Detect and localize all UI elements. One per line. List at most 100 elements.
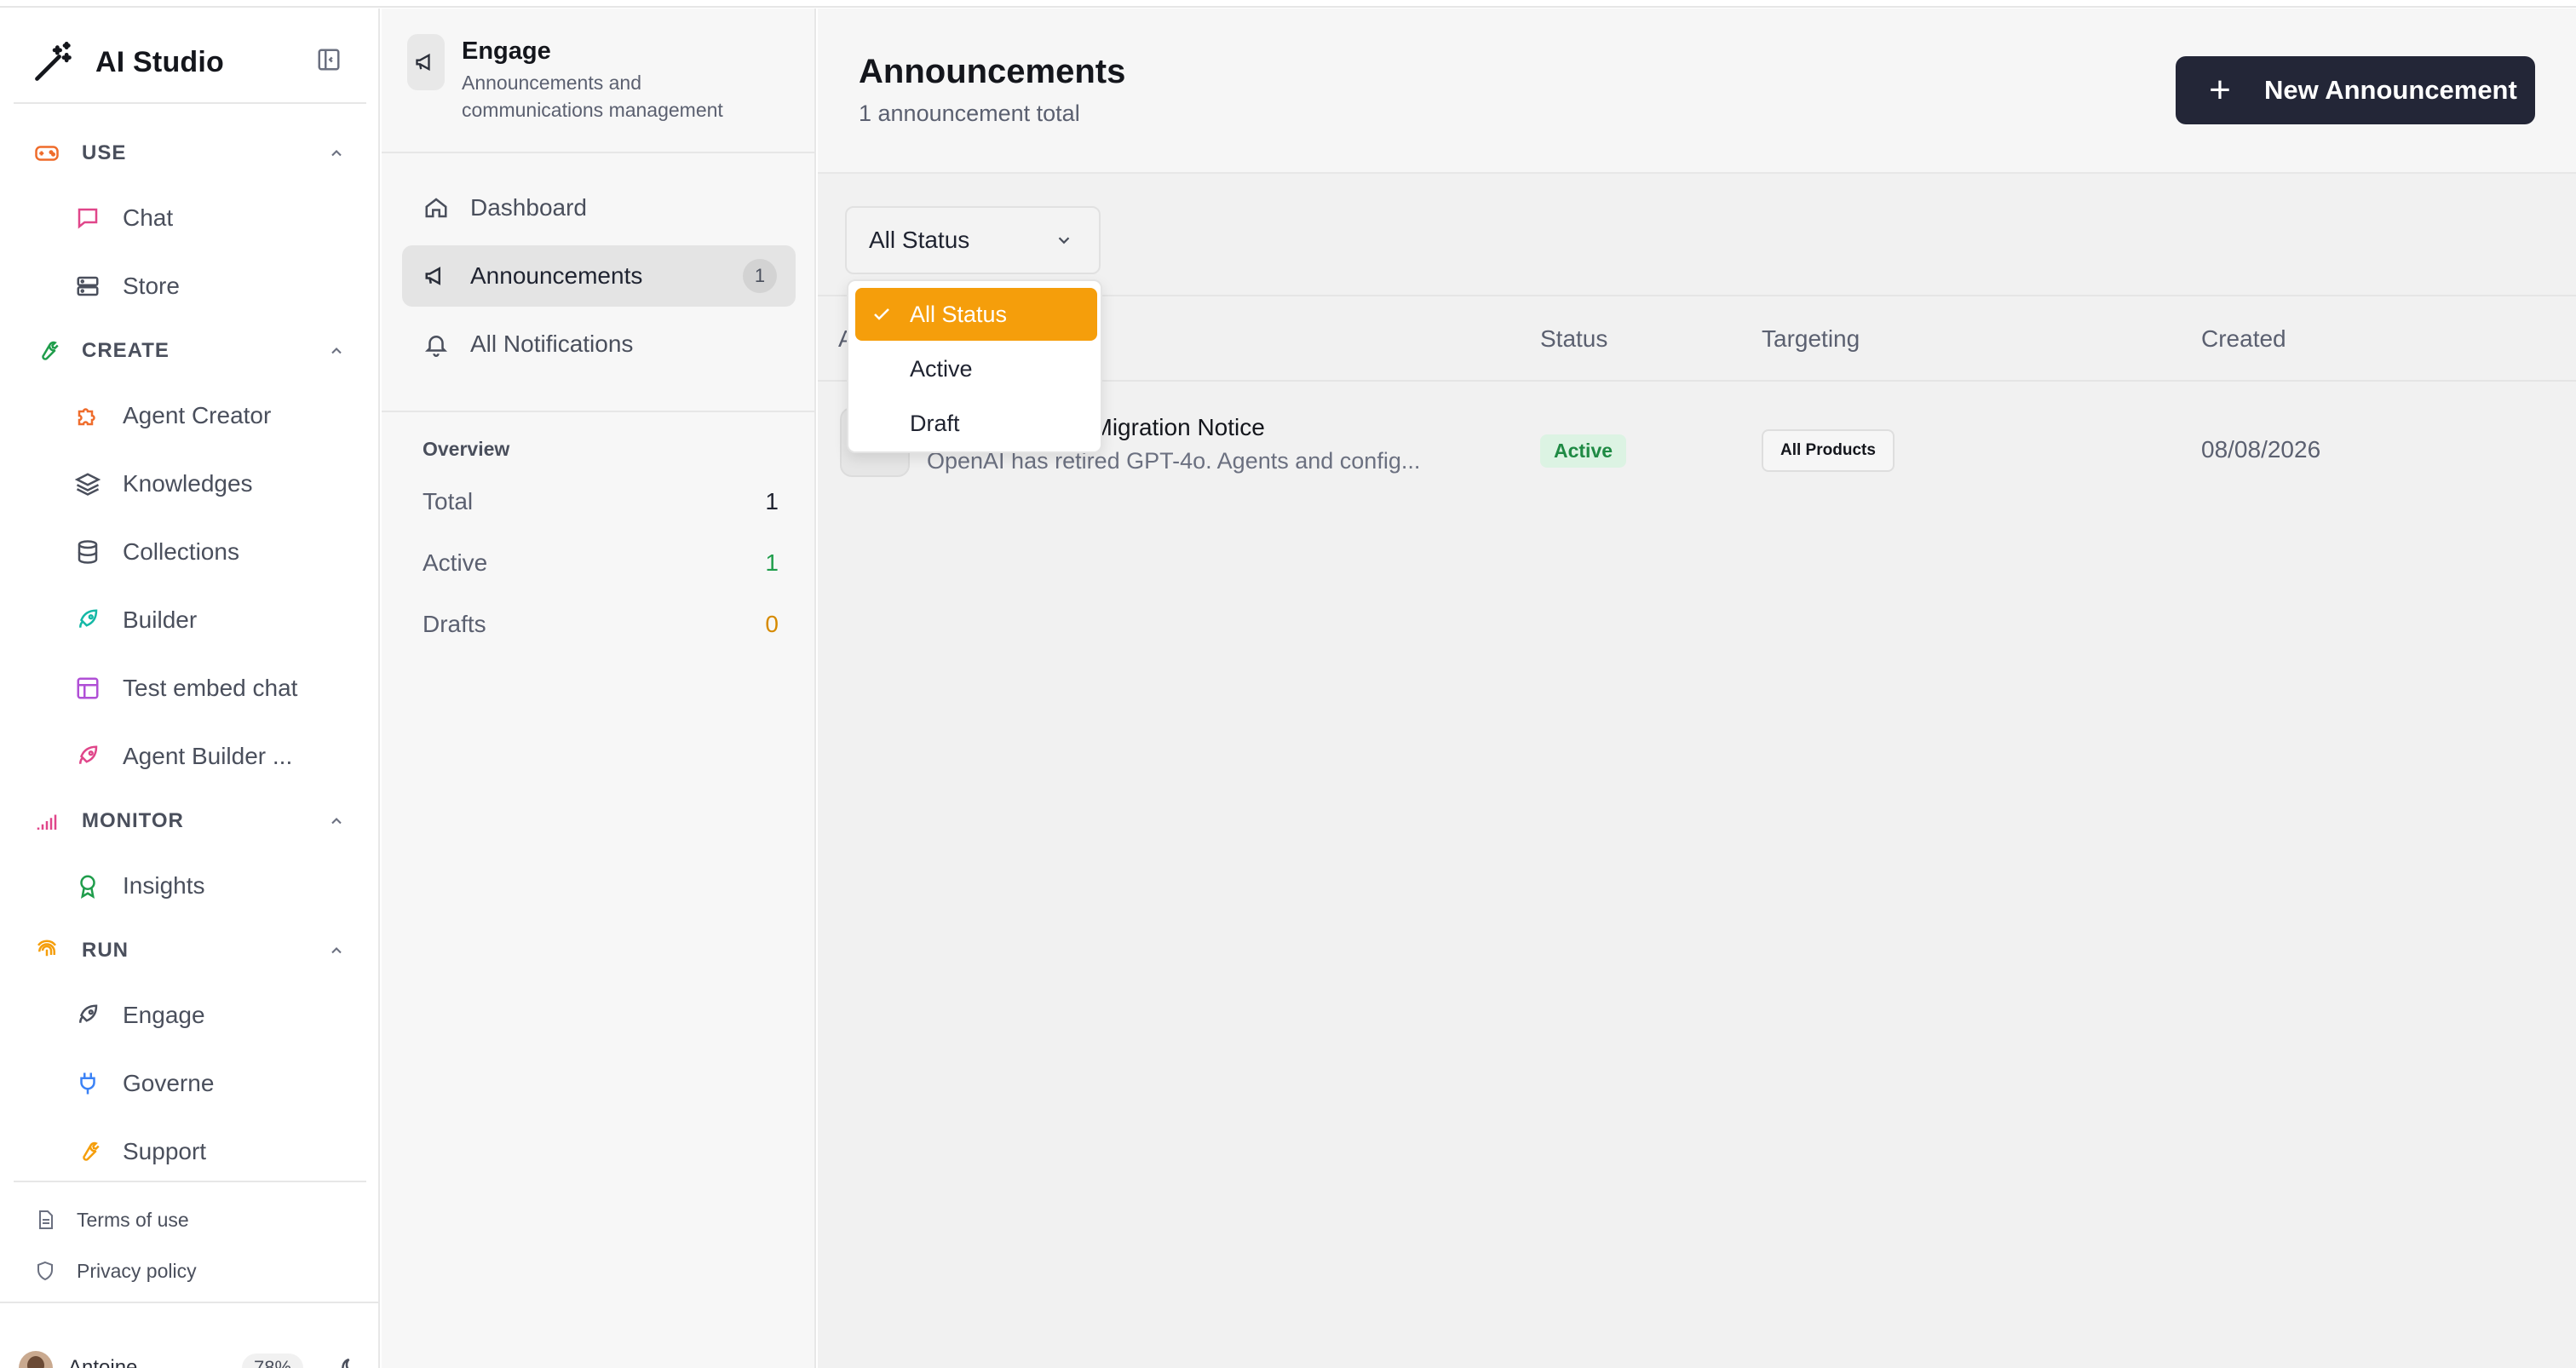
nav-label: Announcements xyxy=(470,262,643,289)
nav-all-notifications[interactable]: All Notifications xyxy=(402,313,796,375)
puzzle-icon xyxy=(72,399,104,432)
brand[interactable]: AI Studio xyxy=(29,26,224,99)
engage-header: Engage Announcements and communications … xyxy=(407,34,768,124)
sidebar-item-test-embed-chat[interactable]: Test embed chat xyxy=(72,664,353,712)
page-header: Announcements 1 announcement total + New… xyxy=(818,9,2576,174)
sidebar-item-store[interactable]: Store xyxy=(72,262,353,310)
moon-icon[interactable] xyxy=(334,1351,368,1368)
section-label: RUN xyxy=(82,939,129,962)
status-filter-dropdown: All Status Active Draft xyxy=(847,279,1102,453)
section-run-header[interactable]: RUN xyxy=(32,930,349,971)
layers-icon xyxy=(72,468,104,500)
magic-wand-icon xyxy=(29,37,78,87)
sidebar-item-builder[interactable]: Builder xyxy=(72,596,353,644)
user-name: Antoine xyxy=(68,1356,138,1368)
nav-announcements[interactable]: Announcements 1 xyxy=(402,245,796,307)
nav-dashboard[interactable]: Dashboard xyxy=(402,177,796,239)
main-content: Announcements 1 announcement total + New… xyxy=(818,9,2576,1368)
option-active[interactable]: Active xyxy=(855,342,1097,395)
column-header-created: Created xyxy=(2201,325,2286,352)
sidebar-item-label: Test embed chat xyxy=(123,675,298,701)
overview-value: 1 xyxy=(765,488,779,514)
sidebar-item-label: Governe xyxy=(123,1070,215,1096)
option-draft[interactable]: Draft xyxy=(855,397,1097,450)
shield-icon xyxy=(32,1258,58,1284)
sidebar-item-governe[interactable]: Governe xyxy=(72,1060,353,1107)
wrench-icon xyxy=(72,1135,104,1168)
column-header-status: Status xyxy=(1540,325,1608,352)
gamepad-icon xyxy=(32,139,61,168)
sidebar-item-collections[interactable]: Collections xyxy=(72,528,353,576)
chat-bubble-icon xyxy=(72,202,104,234)
sidebar-item-agent-creator[interactable]: Agent Creator xyxy=(72,392,353,440)
rocket-icon xyxy=(72,999,104,1032)
chevron-up-icon[interactable] xyxy=(324,808,349,834)
rocket-icon xyxy=(72,604,104,636)
chevron-down-icon xyxy=(1053,229,1075,251)
terms-of-use-link[interactable]: Terms of use xyxy=(32,1201,189,1239)
column-header-targeting: Targeting xyxy=(1762,325,1860,352)
sidebar-divider xyxy=(0,1302,380,1303)
overview-value: 1 xyxy=(765,549,779,576)
sidebar-item-label: Support xyxy=(123,1138,207,1164)
sidebar-item-chat[interactable]: Chat xyxy=(72,194,353,242)
overview-row-total: Total 1 xyxy=(423,480,779,523)
sidebar-item-label: Engage xyxy=(123,1002,205,1028)
sidebar-item-label: Collections xyxy=(123,538,239,565)
rocket-icon xyxy=(72,740,104,773)
overview-value: 0 xyxy=(765,611,779,637)
overview-row-drafts: Drafts 0 xyxy=(423,603,779,646)
megaphone-icon xyxy=(407,34,445,90)
created-date: 08/08/2026 xyxy=(2201,436,2321,463)
overview-label: Active xyxy=(423,549,488,576)
plus-icon: + xyxy=(2209,69,2231,111)
plug-icon xyxy=(72,1067,104,1100)
overview-title: Overview xyxy=(423,438,510,460)
section-label: USE xyxy=(82,141,127,164)
sidebar-item-engage[interactable]: Engage xyxy=(72,992,353,1039)
section-use-header[interactable]: USE xyxy=(32,133,349,174)
filter-bar: All Status xyxy=(818,175,2576,296)
engage-title: Engage xyxy=(462,37,551,65)
user-profile[interactable]: Antoine 78% xyxy=(19,1344,359,1368)
nav-label: Dashboard xyxy=(470,194,587,221)
app-title: AI Studio xyxy=(95,45,224,78)
sidebar-item-insights[interactable]: Insights xyxy=(72,862,353,910)
chevron-up-icon[interactable] xyxy=(324,938,349,963)
nav-label: All Notifications xyxy=(470,331,634,357)
privacy-policy-link[interactable]: Privacy policy xyxy=(32,1252,197,1290)
targeting-badge: All Products xyxy=(1762,429,1895,472)
award-icon xyxy=(72,870,104,902)
sidebar-item-label: Builder xyxy=(123,606,198,633)
sidebar-item-label: Agent Creator xyxy=(123,402,272,428)
option-all-status[interactable]: All Status xyxy=(855,288,1097,341)
chevron-up-icon[interactable] xyxy=(324,338,349,364)
server-icon xyxy=(72,270,104,302)
new-announcement-button[interactable]: + New Announcement xyxy=(2176,56,2535,124)
sidebar-item-support[interactable]: Support xyxy=(72,1128,353,1175)
database-icon xyxy=(72,536,104,568)
sidebar-item-agent-builder[interactable]: Agent Builder ... xyxy=(72,733,353,780)
sidebar-item-knowledges[interactable]: Knowledges xyxy=(72,460,353,508)
top-border xyxy=(0,0,2576,8)
panel-divider xyxy=(382,411,814,412)
sidebar-item-label: Insights xyxy=(123,872,205,899)
section-create-header[interactable]: CREATE xyxy=(32,331,349,371)
chevron-up-icon[interactable] xyxy=(324,141,349,166)
option-label: Active xyxy=(910,355,973,382)
usage-badge: 78% xyxy=(242,1354,304,1368)
status-filter-select[interactable]: All Status xyxy=(845,206,1101,274)
sidebar-item-label: Knowledges xyxy=(123,470,253,497)
sidebar-item-label: Agent Builder ... xyxy=(123,743,293,769)
overview-label: Total xyxy=(423,488,474,514)
bell-icon xyxy=(421,329,451,359)
nav-count-badge: 1 xyxy=(743,259,777,293)
section-monitor-header[interactable]: MONITOR xyxy=(32,801,349,842)
footer-link-label: Terms of use xyxy=(77,1208,189,1231)
overview-label: Drafts xyxy=(423,611,486,637)
sidebar-collapse-icon[interactable] xyxy=(312,43,346,77)
section-label: MONITOR xyxy=(82,809,184,832)
overview-row-active: Active 1 xyxy=(423,542,779,584)
section-label: CREATE xyxy=(82,339,170,362)
avatar[interactable] xyxy=(19,1351,53,1368)
